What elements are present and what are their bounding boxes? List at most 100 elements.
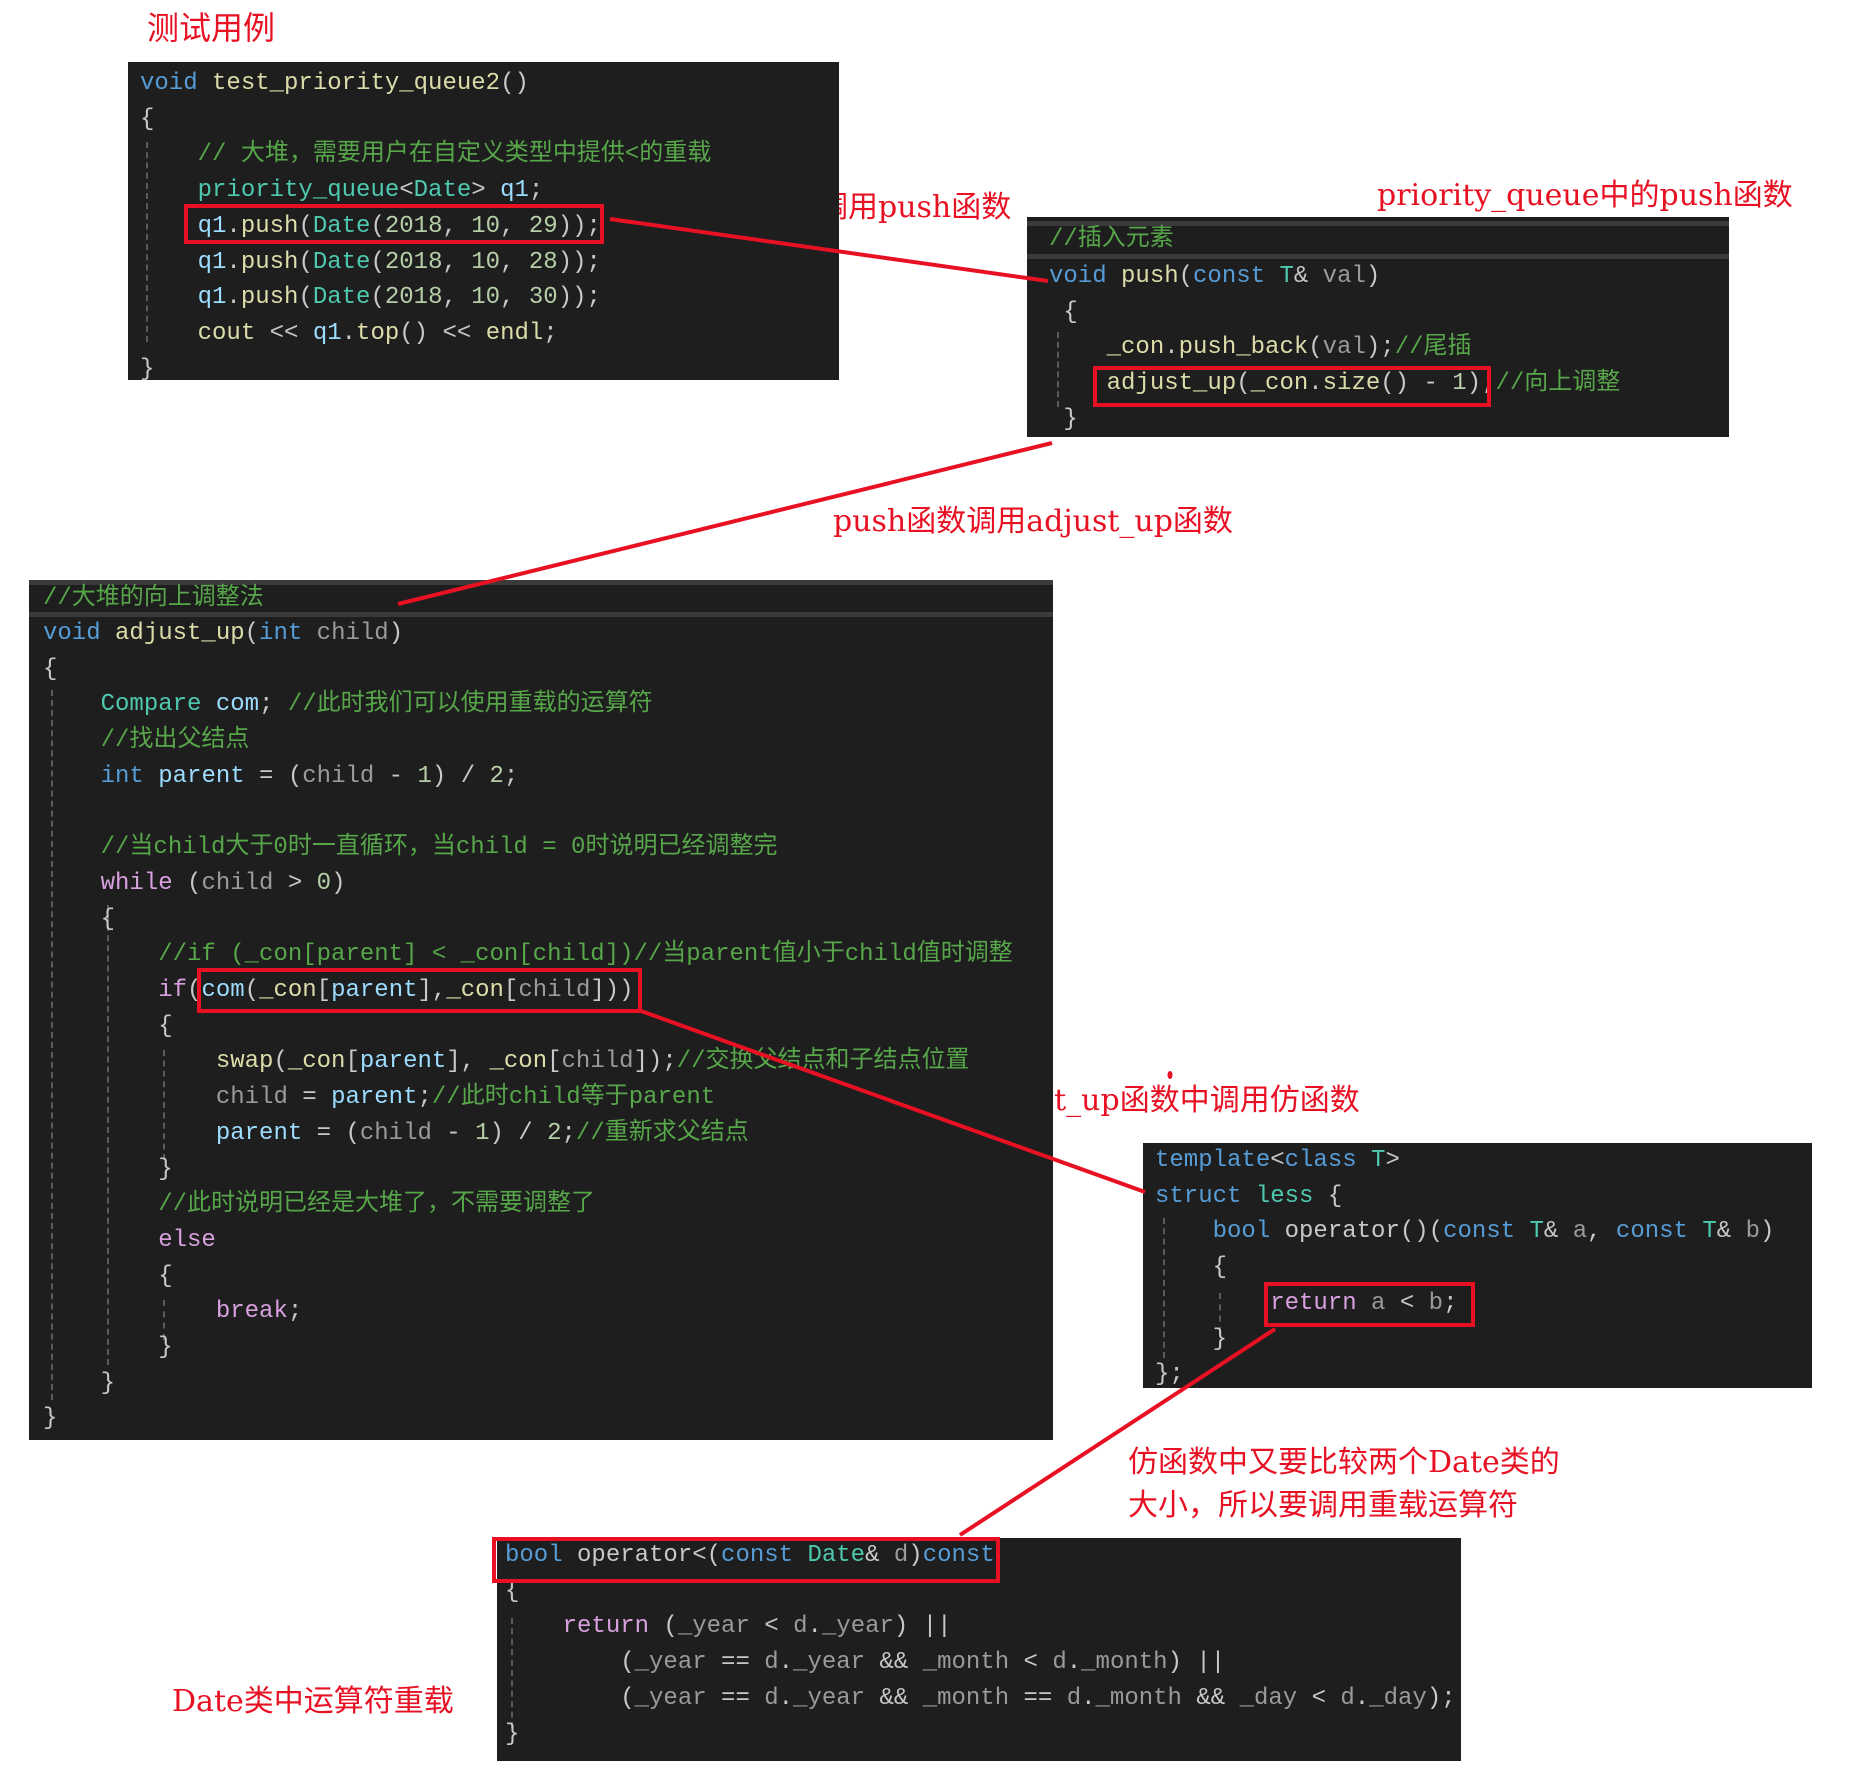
code-token: };: [1155, 1361, 1184, 1388]
code-token: ): [388, 620, 404, 647]
code-token: //此时child等于parent: [431, 1084, 716, 1112]
header-comment: //插入元素: [1049, 222, 1174, 258]
code-token: {: [43, 905, 116, 933]
code-line: {: [140, 102, 154, 138]
code-token: //此时说明已经是大堆了，不需要调整了: [43, 1191, 596, 1219]
code-token: _year: [634, 1684, 707, 1712]
code-token: .: [778, 1649, 794, 1677]
code-token: int: [43, 762, 144, 790]
code-token: less: [1241, 1182, 1314, 1210]
code-token: ;: [561, 1119, 576, 1147]
code-token: ;: [543, 319, 558, 347]
code-token: 2: [489, 762, 504, 790]
code-token: void: [43, 620, 101, 647]
code-token: (: [370, 284, 385, 312]
code-token: return: [505, 1613, 650, 1641]
code-token: 0: [316, 869, 332, 897]
code-token: a: [1572, 1218, 1588, 1246]
code-token: 1: [475, 1119, 490, 1147]
code-token: &&: [865, 1684, 923, 1712]
code-line: {: [43, 1259, 173, 1295]
code-token: }: [43, 1369, 116, 1397]
code-line: {: [43, 902, 115, 938]
highlight-adjust-up-call: [1093, 366, 1491, 407]
code-token: child: [43, 1084, 288, 1112]
code-token: -: [374, 762, 418, 790]
code-token: //向上调整: [1495, 370, 1621, 398]
code-token: ;: [503, 762, 519, 790]
code-token: ;: [259, 691, 288, 719]
code-token: .: [1164, 334, 1179, 362]
code-token: }: [140, 355, 155, 380]
code-line: child = parent;//此时child等于parent: [43, 1080, 715, 1116]
highlight-push-call: [184, 204, 604, 244]
code-line: //当child大于0时一直循环，当child = 0时说明已经调整完: [43, 830, 778, 866]
code-token: (: [370, 248, 385, 276]
code-line: }: [505, 1717, 519, 1753]
code-line: {: [1049, 295, 1077, 331]
code-token: _con: [287, 1048, 346, 1076]
code-token: <: [399, 177, 414, 205]
code-token: = (: [244, 762, 303, 790]
code-token: ));: [557, 248, 601, 276]
code-line: cout << q1.top() << endl;: [140, 316, 558, 352]
code-token: operator: [1270, 1218, 1400, 1246]
code-token: >: [471, 177, 501, 205]
code-token: _year: [793, 1684, 866, 1712]
code-token: .: [226, 284, 241, 312]
code-line: }: [43, 1401, 57, 1437]
code-token: =: [287, 1084, 332, 1112]
code-token: val: [1322, 263, 1366, 290]
code-token: 28: [528, 248, 558, 276]
code-token: q1: [312, 319, 342, 347]
code-line: parent = (child - 1) / 2;//重新求父结点: [43, 1116, 749, 1152]
code-token: );: [1365, 334, 1395, 362]
code-token: _year: [677, 1613, 750, 1641]
code-line: // 大堆，需要用户在自定义类型中提供<的重载: [140, 137, 712, 173]
code-token: .: [807, 1613, 822, 1641]
code-token: parent: [331, 1084, 418, 1112]
code-token: 2: [547, 1119, 562, 1147]
code-line: }: [1155, 1322, 1227, 1358]
code-line: void adjust_up(int child): [43, 616, 403, 652]
code-token: ;: [417, 1084, 432, 1112]
code-token: = (: [302, 1119, 360, 1147]
code-token: d: [1066, 1684, 1082, 1712]
code-token: Date: [312, 248, 371, 276]
code-token: ) /: [431, 762, 490, 790]
code-token: (): [500, 70, 529, 97]
code-token: priority_queue: [140, 177, 400, 205]
code-token: &: [1293, 263, 1323, 290]
code-token: d: [793, 1613, 808, 1641]
code-token: (: [273, 1048, 288, 1076]
code-token: ,: [500, 248, 529, 276]
code-token: T: [1515, 1218, 1544, 1246]
code-token: {: [1155, 1254, 1228, 1282]
code-token: const: [1193, 263, 1266, 290]
code-line: Compare com; //此时我们可以使用重载的运算符: [43, 687, 653, 723]
code-token: template: [1155, 1147, 1271, 1174]
code-token: (: [649, 1613, 678, 1641]
less-functor-code-panel: template<class T> struct less { bool oper…: [1143, 1143, 1812, 1388]
code-token: swap: [43, 1048, 274, 1076]
code-token: .: [1081, 1684, 1096, 1712]
code-token: const: [1443, 1218, 1516, 1246]
code-token: q1: [140, 248, 227, 276]
code-token: //此时我们可以使用重载的运算符: [287, 691, 653, 719]
code-token: }: [1049, 405, 1078, 433]
code-token: com: [201, 691, 260, 719]
code-token: d: [1340, 1684, 1355, 1712]
code-token: ): [1759, 1218, 1775, 1246]
code-token: _year: [821, 1613, 894, 1641]
code-token: {: [43, 655, 58, 683]
code-token: while: [43, 869, 173, 897]
push-calls-adjust-note: push函数调用adjust_up函数: [833, 504, 1233, 539]
code-token: {: [43, 1262, 173, 1290]
code-token: test_priority_queue2: [197, 70, 501, 97]
code-token: void: [140, 70, 198, 97]
code-token: ,: [1587, 1218, 1616, 1246]
code-token: //尾插: [1394, 334, 1472, 362]
code-token: ,: [500, 284, 529, 312]
code-token: _day: [1369, 1684, 1427, 1712]
code-token: //交换父结点和子结点位置: [676, 1048, 970, 1076]
